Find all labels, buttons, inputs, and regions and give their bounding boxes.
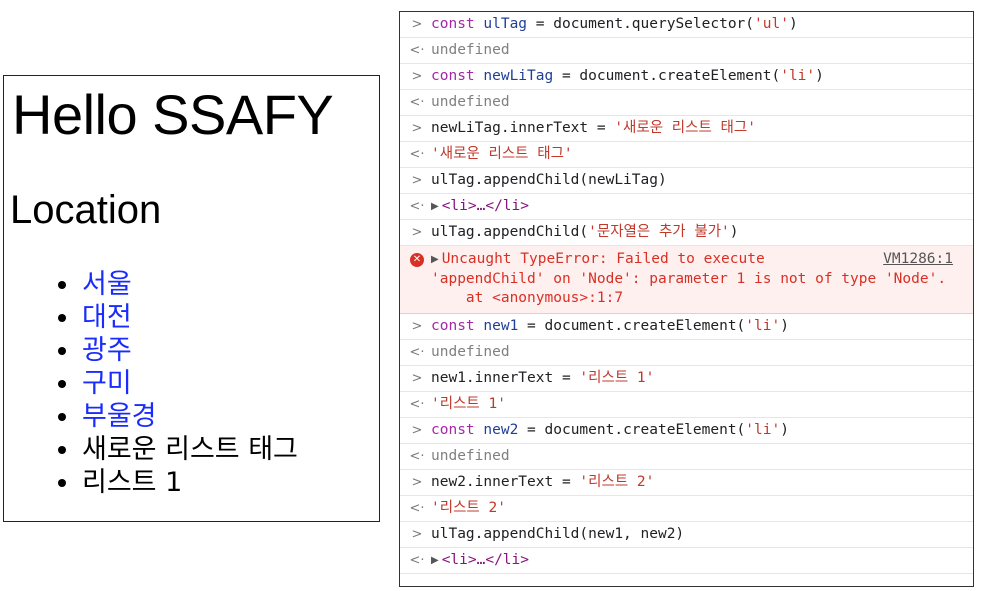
error-x-icon: ✕ [410, 253, 424, 267]
list-item-buulgyeong[interactable]: 부울경 [56, 400, 298, 433]
console-input-row: > const newLiTag = document.createElemen… [400, 64, 973, 90]
input-prompt-icon: > [411, 17, 423, 32]
list-item-seoul[interactable]: 서울 [56, 268, 298, 301]
console-input-row: > ulTag.appendChild(new1, new2) [400, 522, 973, 548]
list-item-list-1: 리스트 1 [56, 466, 298, 499]
list-item-gumi[interactable]: 구미 [56, 367, 298, 400]
console-output-row: <· '리스트 1' [400, 392, 973, 418]
page-subheading: Location [10, 188, 162, 232]
console-output-row: <· undefined [400, 340, 973, 366]
input-prompt-icon: > [411, 319, 423, 334]
input-prompt-icon: > [411, 173, 423, 188]
console-output-row[interactable]: <· ▶ <li>…</li> [400, 194, 973, 220]
output-return-icon: <· [409, 553, 425, 568]
input-prompt-icon: > [411, 121, 423, 136]
console-output-row: <· '리스트 2' [400, 496, 973, 522]
console-output-row: <· undefined [400, 90, 973, 116]
console-input-row: > newLiTag.innerText = '새로운 리스트 태그' [400, 116, 973, 142]
input-prompt-icon: > [411, 527, 423, 542]
console-input-row: > ulTag.appendChild(newLiTag) [400, 168, 973, 194]
input-prompt-icon: > [411, 475, 423, 490]
console-output-row: <· '새로운 리스트 태그' [400, 142, 973, 168]
console-error-row[interactable]: ✕ ▶ Uncaught TypeError: Failed to execute… [400, 246, 973, 314]
output-return-icon: <· [409, 345, 425, 360]
console-input-row: > const new2 = document.createElement('l… [400, 418, 973, 444]
page-heading: Hello SSAFY [12, 83, 334, 146]
li-element-ref[interactable]: <li>…</li> [442, 552, 529, 568]
expand-triangle-icon[interactable]: ▶ [431, 548, 439, 573]
rendered-page-panel: Hello SSAFY Location 서울 대전 광주 구미 부울경 새로운… [3, 75, 380, 522]
output-return-icon: <· [409, 397, 425, 412]
console-output-row: <· undefined [400, 444, 973, 470]
input-prompt-icon: > [411, 225, 423, 240]
console-input-row: > const new1 = document.createElement('l… [400, 314, 973, 340]
console-input-row: > new2.innerText = '리스트 2' [400, 470, 973, 496]
list-item-new-tag: 새로운 리스트 태그 [56, 433, 298, 466]
input-prompt-icon: > [411, 423, 423, 438]
output-return-icon: <· [409, 501, 425, 516]
input-prompt-icon: > [411, 371, 423, 386]
output-return-icon: <· [409, 147, 425, 162]
input-prompt-icon: > [411, 69, 423, 84]
console-input-row: > const ulTag = document.querySelector('… [400, 12, 973, 38]
li-element-ref[interactable]: <li>…</li> [442, 198, 529, 214]
error-source-link[interactable]: VM1286:1 [883, 250, 953, 269]
output-return-icon: <· [409, 449, 425, 464]
console-output-row[interactable]: <· ▶ <li>…</li> [400, 548, 973, 574]
list-item-daejeon[interactable]: 대전 [56, 301, 298, 334]
console-input-row: > ulTag.appendChild('문자열은 추가 불가') [400, 220, 973, 246]
output-return-icon: <· [409, 95, 425, 110]
console-input-row: > new1.innerText = '리스트 1' [400, 366, 973, 392]
output-return-icon: <· [409, 199, 425, 214]
devtools-console[interactable]: > const ulTag = document.querySelector('… [399, 11, 974, 587]
location-list: 서울 대전 광주 구미 부울경 새로운 리스트 태그 리스트 1 [56, 268, 298, 499]
list-item-gwangju[interactable]: 광주 [56, 334, 298, 367]
console-output-row: <· undefined [400, 38, 973, 64]
output-return-icon: <· [409, 43, 425, 58]
expand-triangle-icon[interactable]: ▶ [431, 250, 439, 269]
expand-triangle-icon[interactable]: ▶ [431, 194, 439, 219]
